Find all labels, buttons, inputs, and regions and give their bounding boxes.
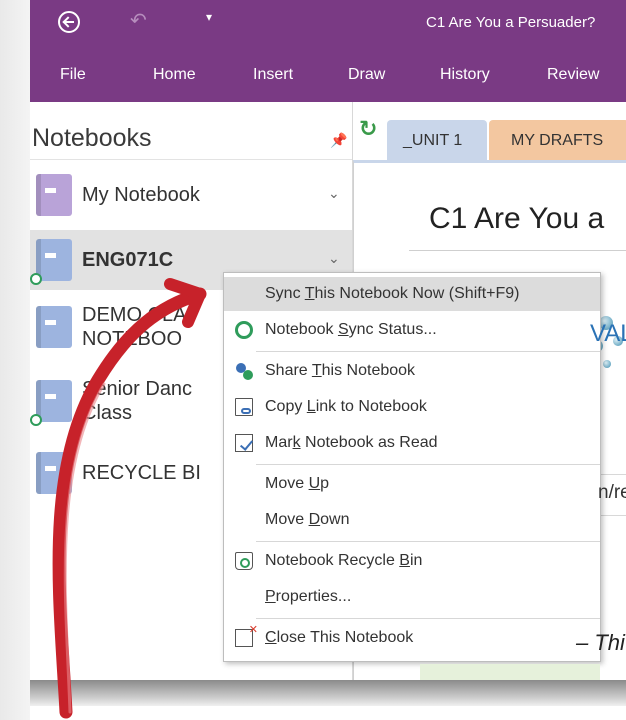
menu-item-close-this-notebook[interactable]: Close This Notebook	[224, 621, 600, 655]
ribbon-tabs: File Home Insert Draw History Review	[30, 50, 626, 102]
sync-icon	[235, 321, 253, 339]
mark-read-icon	[235, 434, 253, 452]
notebook-item[interactable]: My Notebook ⌄	[30, 160, 352, 230]
menu-item-notebook-recycle-bin[interactable]: Notebook Recycle Bin	[224, 544, 600, 578]
chevron-down-icon[interactable]: ⌄	[328, 185, 340, 202]
notebook-icon	[36, 174, 72, 216]
notebook-icon	[36, 452, 72, 494]
section-tab-label: _UNIT 1	[403, 132, 463, 149]
notebooks-pane-title: Notebooks	[32, 124, 152, 152]
share-people-icon	[235, 362, 253, 380]
page-heading-fragment: VALT	[590, 320, 626, 347]
menu-item-label: Move Up	[265, 475, 330, 492]
menu-item-label: Mark Notebook as Read	[265, 434, 438, 451]
tab-home[interactable]: Home	[153, 66, 196, 84]
menu-item-properties[interactable]: Properties...	[224, 580, 600, 614]
undo-icon[interactable]: ↶	[130, 8, 147, 33]
sync-status-icon	[30, 273, 42, 285]
notebook-icon	[36, 380, 72, 422]
menu-item-label: Close This Notebook	[265, 629, 414, 646]
notebook-label-line: RECYCLE BI	[82, 462, 201, 484]
recycle-bin-icon	[235, 552, 253, 570]
notebook-label: RECYCLE BI	[82, 461, 201, 485]
menu-item-label: Properties...	[265, 588, 352, 605]
menu-item-share-this-notebook[interactable]: Share This Notebook	[224, 354, 600, 388]
tab-insert[interactable]: Insert	[253, 66, 293, 84]
notebook-label-line: DEMO CLA	[82, 304, 187, 326]
notebook-icon	[36, 239, 72, 281]
link-document-icon	[235, 398, 253, 416]
section-tab-my-drafts[interactable]: MY DRAFTS	[489, 120, 626, 160]
tab-history[interactable]: History	[440, 66, 490, 84]
back-arrow-icon[interactable]	[58, 11, 80, 33]
page-text-fragment: n/ref	[598, 482, 626, 503]
notebook-label-line: NOTEBOO	[82, 328, 183, 350]
menu-item-move-up[interactable]: Move Up	[224, 467, 600, 501]
menu-separator	[256, 618, 600, 619]
title-bar: ↶ ▾ C1 Are You a Persuader?	[30, 0, 626, 50]
close-notebook-icon	[235, 623, 258, 647]
customize-quick-access-icon[interactable]: ▾	[206, 10, 212, 24]
section-tab-unit-1[interactable]: _UNIT 1	[387, 120, 487, 160]
page-italic-fragment: – Thi	[576, 630, 625, 655]
notebook-label: Senior Danc Class	[82, 377, 192, 425]
sync-status-icon	[30, 414, 42, 426]
menu-item-label: Copy Link to Notebook	[265, 398, 427, 415]
onenote-window: ↶ ▾ C1 Are You a Persuader? File Home In…	[30, 0, 626, 680]
notebook-label: My Notebook	[82, 183, 200, 207]
highlighted-text-strip	[420, 664, 600, 680]
notebook-label-line: My Notebook	[82, 184, 200, 206]
page-title-underline	[409, 250, 626, 251]
menu-item-label: Notebook Recycle Bin	[265, 552, 423, 569]
notebook-label-line: ENG071C	[82, 249, 174, 271]
notebook-context-menu: Sync This Notebook Now (Shift+F9) Noteboo…	[223, 272, 601, 662]
menu-item-move-down[interactable]: Move Down	[224, 503, 600, 537]
menu-separator	[256, 351, 600, 352]
pin-icon[interactable]: 📌	[330, 132, 347, 149]
section-tab-label: MY DRAFTS	[511, 132, 604, 149]
menu-separator	[256, 464, 600, 465]
notebook-label: DEMO CLA NOTEBOO	[82, 303, 186, 351]
notebook-label-line: Senior Danc	[82, 378, 193, 400]
chevron-down-icon[interactable]: ⌄	[328, 250, 340, 267]
tab-review[interactable]: Review	[547, 66, 599, 84]
menu-item-label: Notebook Sync Status...	[265, 321, 437, 338]
menu-item-label: Share This Notebook	[265, 362, 416, 379]
menu-item-mark-notebook-as-read[interactable]: Mark Notebook as Read	[224, 426, 600, 460]
sync-refresh-icon[interactable]: ↻	[359, 116, 377, 142]
notebook-icon	[36, 306, 72, 348]
notebook-label-line: Class	[82, 402, 133, 424]
tab-file[interactable]: File	[60, 66, 86, 84]
menu-item-notebook-sync-status[interactable]: Notebook Sync Status...	[224, 313, 600, 347]
bottom-shadow	[30, 680, 626, 706]
menu-item-label: Sync This Notebook Now (Shift+F9)	[265, 285, 520, 302]
page-title: C1 Are You a	[429, 202, 605, 235]
menu-item-label: Move Down	[265, 511, 350, 528]
window-title: C1 Are You a Persuader?	[426, 14, 596, 31]
tab-draw[interactable]: Draw	[348, 66, 385, 84]
menu-item-sync-this-notebook-now[interactable]: Sync This Notebook Now (Shift+F9)	[224, 277, 600, 311]
menu-item-copy-link-to-notebook[interactable]: Copy Link to Notebook	[224, 390, 600, 424]
notebook-label: ENG071C	[82, 248, 173, 272]
menu-separator	[256, 541, 600, 542]
